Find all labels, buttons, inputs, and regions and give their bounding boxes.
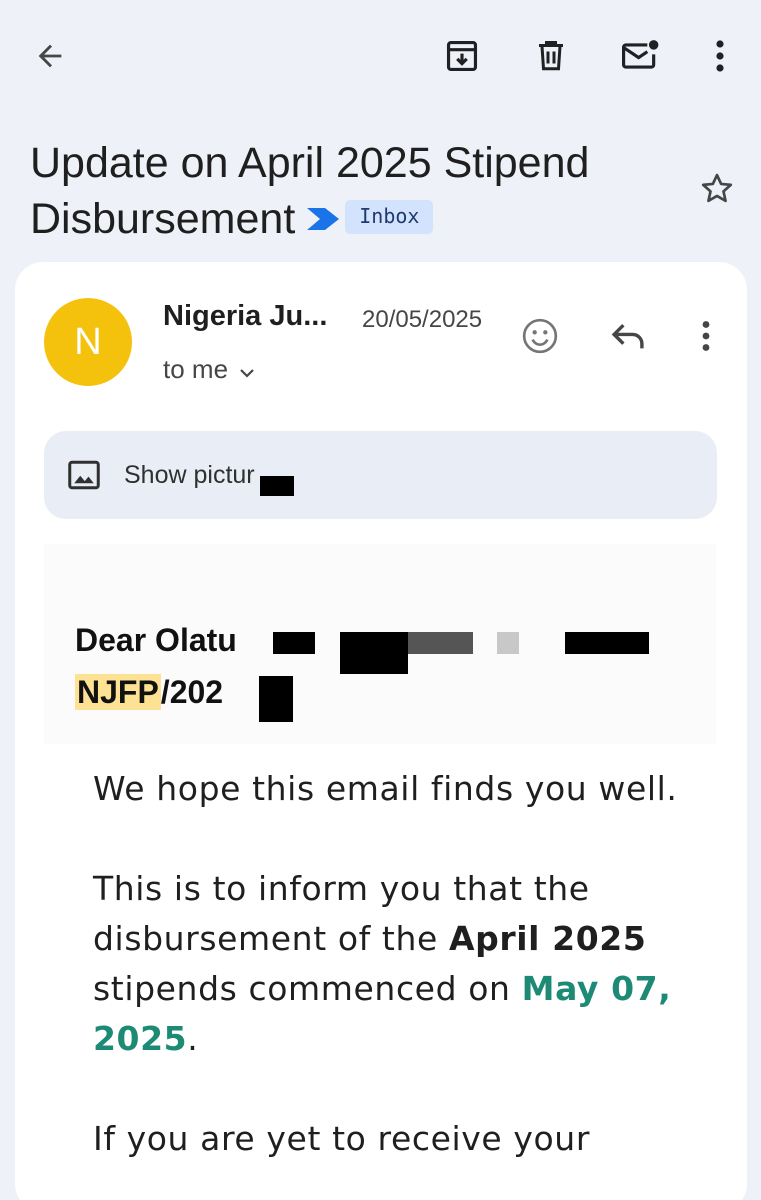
redaction-block: [273, 632, 315, 654]
image-icon: [66, 458, 102, 497]
archive-icon[interactable]: [438, 32, 486, 80]
body-paragraph: This is to inform you that the disbursem…: [93, 869, 672, 1058]
greeting-salutation: Dear Olatu: [75, 622, 237, 658]
redaction-block: [259, 676, 293, 722]
body-paragraph: If you are yet to receive your: [93, 1119, 590, 1158]
trash-icon[interactable]: [527, 32, 575, 80]
sender-name[interactable]: Nigeria Ju...: [163, 300, 327, 333]
redaction-block: [497, 632, 519, 654]
reply-icon[interactable]: [602, 310, 654, 362]
message-card: N Nigeria Ju... 20/05/2025 to me Show pi…: [15, 262, 747, 1200]
star-icon[interactable]: [694, 166, 740, 212]
email-subject: Update on April 2025 Stipend Disbursemen…: [30, 136, 680, 252]
redaction-block: [340, 632, 408, 674]
show-pictures-label: Show pictur: [124, 461, 255, 489]
back-arrow-icon[interactable]: [26, 32, 74, 80]
show-pictures-button[interactable]: Show pictur: [44, 431, 717, 519]
message-date: 20/05/2025: [362, 306, 483, 333]
reference-suffix: /202: [160, 674, 224, 710]
inbox-label-chip[interactable]: Inbox: [345, 199, 434, 234]
importance-marker-icon[interactable]: [307, 191, 340, 246]
chevron-down-icon: [238, 356, 256, 387]
top-toolbar: [0, 0, 761, 112]
body-paragraph: We hope this email finds you well.: [93, 769, 678, 808]
email-body: We hope this email finds you well. This …: [93, 764, 693, 1200]
highlighted-reference: NJFP: [75, 674, 161, 710]
recipient-details-toggle[interactable]: to me: [163, 354, 256, 387]
sender-avatar[interactable]: N: [44, 298, 132, 386]
redaction-block: [565, 632, 649, 654]
recipient-label: to me: [163, 354, 229, 384]
redaction-block: [260, 520, 595, 544]
redaction-block: [260, 476, 294, 496]
message-more-icon[interactable]: [680, 310, 732, 362]
emoji-reaction-icon[interactable]: [514, 310, 566, 362]
greeting-text: Dear Olatu NJFP/202: [75, 614, 237, 718]
mark-unread-icon[interactable]: [617, 32, 665, 80]
redaction-block: [408, 632, 473, 654]
more-vert-icon[interactable]: [696, 32, 744, 80]
